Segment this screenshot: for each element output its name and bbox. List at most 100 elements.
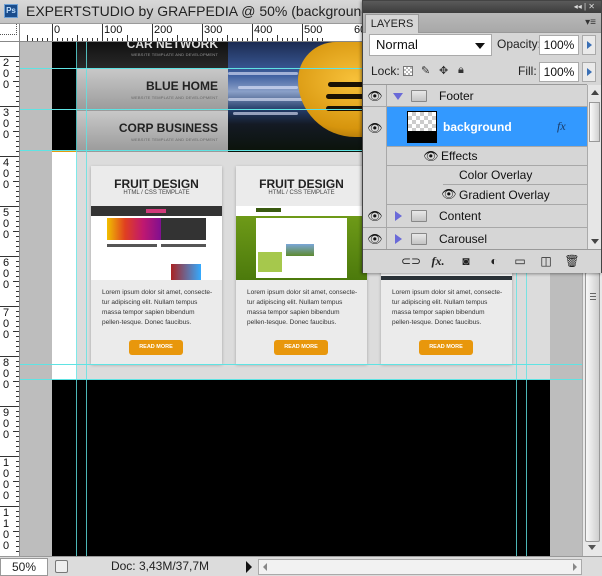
effect-row-color-overlay[interactable]: Color Overlay xyxy=(387,166,587,185)
read-more-button: READ MORE xyxy=(274,340,328,355)
ruler-label: 700 xyxy=(3,307,10,341)
eye-icon[interactable]: 👁︎ xyxy=(367,232,383,246)
ruler-origin[interactable] xyxy=(0,24,20,42)
lock-brush-icon[interactable]: ✎ xyxy=(421,64,430,77)
effect-name: Gradient Overlay xyxy=(459,188,550,202)
eye-icon[interactable]: 👁︎ xyxy=(367,121,383,135)
ruler-tick xyxy=(16,401,19,402)
effects-row[interactable]: 👁︎ Effects xyxy=(387,147,587,166)
scroll-down-arrow-icon[interactable] xyxy=(591,239,599,244)
ruler-tick xyxy=(287,38,288,41)
layer-row-footer[interactable]: 👁︎ Footer xyxy=(363,85,587,107)
nav-item-corp-business: CORP BUSINESS WEBSITE TEMPLATE AND DEVEL… xyxy=(77,111,228,152)
grip-line xyxy=(590,299,596,300)
layer-row-content[interactable]: 👁︎ Content xyxy=(363,205,587,228)
panel-collapse-close-icon[interactable]: ◂◂ | ✕ xyxy=(574,1,595,13)
layer-row-carousel[interactable]: 👁︎ Carousel xyxy=(363,228,587,249)
scroll-right-arrow-icon[interactable] xyxy=(573,563,577,571)
ruler-tick xyxy=(202,24,203,41)
ruler-tick xyxy=(252,24,253,41)
adjustment-icon[interactable]: ◐ xyxy=(485,254,503,268)
guide-line[interactable] xyxy=(86,42,87,556)
blend-mode-select[interactable]: Normal xyxy=(369,34,492,56)
scroll-left-arrow-icon[interactable] xyxy=(263,563,267,571)
scrollbar-thumb[interactable] xyxy=(585,272,600,542)
lock-transparent-icon[interactable] xyxy=(403,66,413,76)
new-group-icon[interactable]: ▭ xyxy=(511,254,529,268)
ruler-tick xyxy=(16,151,19,152)
scrollbar-thumb[interactable] xyxy=(589,102,600,142)
ruler-tick xyxy=(107,38,108,41)
ruler-tick xyxy=(37,38,38,41)
ruler-tick xyxy=(16,486,19,487)
ruler-tick xyxy=(127,35,128,41)
horizontal-scrollbar[interactable] xyxy=(258,559,582,575)
effect-row-gradient-overlay[interactable]: 👁︎ Gradient Overlay xyxy=(387,185,587,205)
expand-triangle-icon[interactable] xyxy=(393,93,403,100)
ruler-tick xyxy=(16,541,19,542)
ruler-tick xyxy=(16,136,19,137)
lock-move-icon[interactable]: ✥ xyxy=(439,64,448,77)
layer-row-background[interactable]: background fx xyxy=(387,107,587,147)
ruler-tick xyxy=(16,396,19,397)
status-info-icon[interactable] xyxy=(55,560,68,573)
expand-triangle-icon[interactable] xyxy=(395,211,402,221)
ruler-tick xyxy=(187,38,188,41)
expand-triangle-icon[interactable] xyxy=(395,234,402,244)
mask-icon[interactable]: ◙ xyxy=(457,254,475,268)
link-icon[interactable]: ⊂⊃ xyxy=(401,254,421,268)
ruler-tick xyxy=(16,491,19,492)
ruler-tick xyxy=(16,341,19,342)
opacity-label: Opacity: xyxy=(497,37,542,51)
opacity-field[interactable]: 100% xyxy=(539,35,579,55)
ruler-label: 400 xyxy=(3,157,10,191)
fx-icon[interactable]: fx xyxy=(557,119,566,134)
eye-icon[interactable]: 👁︎ xyxy=(423,149,439,163)
ruler-tick xyxy=(242,38,243,41)
ruler-tick xyxy=(82,38,83,41)
ruler-tick xyxy=(13,431,19,432)
ruler-label: 500 xyxy=(3,207,10,241)
opacity-slider-button[interactable] xyxy=(582,35,596,55)
guide-line[interactable] xyxy=(20,364,582,365)
panel-header[interactable]: ◂◂ | ✕ xyxy=(363,1,601,13)
fill-slider-button[interactable] xyxy=(582,62,596,82)
lock-all-icon[interactable]: 🔒︎ xyxy=(458,64,464,77)
ruler-tick xyxy=(77,35,78,41)
new-layer-icon[interactable]: ◫ xyxy=(537,254,555,268)
fx-icon[interactable]: fx. xyxy=(429,254,447,269)
scroll-up-arrow-icon[interactable] xyxy=(591,90,599,95)
ruler-tick xyxy=(16,251,19,252)
ruler-tick xyxy=(16,521,19,522)
layer-name: Footer xyxy=(439,89,474,103)
ruler-tick xyxy=(102,24,103,41)
ruler-tick xyxy=(92,38,93,41)
ruler-tick xyxy=(16,536,19,537)
ruler-tick xyxy=(16,86,19,87)
vertical-ruler[interactable]: 200 300 400 500 600 700 800 900 1000 1100 xyxy=(0,42,20,556)
ruler-tick xyxy=(16,346,19,347)
read-more-button: READ MORE xyxy=(419,340,473,355)
guide-line[interactable] xyxy=(20,379,582,380)
eye-icon[interactable]: 👁︎ xyxy=(367,209,383,223)
template-screenshot xyxy=(91,206,222,280)
status-menu-arrow-icon[interactable] xyxy=(246,561,252,573)
effect-name: Color Overlay xyxy=(459,168,533,182)
eye-icon[interactable]: 👁︎ xyxy=(367,89,383,103)
ruler-label: 800 xyxy=(3,357,10,391)
layers-panel: ◂◂ | ✕ LAYERS ▾≡ Normal Opacity: 100% Lo… xyxy=(362,0,602,273)
eye-icon[interactable]: 👁︎ xyxy=(441,187,457,201)
fill-field[interactable]: 100% xyxy=(539,62,579,82)
ruler-tick xyxy=(16,511,19,512)
motion-streak xyxy=(233,112,298,115)
layers-scrollbar[interactable] xyxy=(587,85,601,249)
trash-icon[interactable]: 🗑︎ xyxy=(563,254,581,268)
panel-menu-icon[interactable]: ▾≡ xyxy=(585,17,596,28)
nav-title: CAR NETWORK xyxy=(126,42,218,51)
zoom-level-field[interactable]: 50% xyxy=(0,558,48,576)
tab-layers[interactable]: LAYERS xyxy=(365,14,419,33)
scroll-down-arrow-icon[interactable] xyxy=(588,545,596,550)
ruler-tick xyxy=(16,221,19,222)
ruler-label: 1000 xyxy=(3,457,10,502)
guide-line[interactable] xyxy=(76,42,77,556)
